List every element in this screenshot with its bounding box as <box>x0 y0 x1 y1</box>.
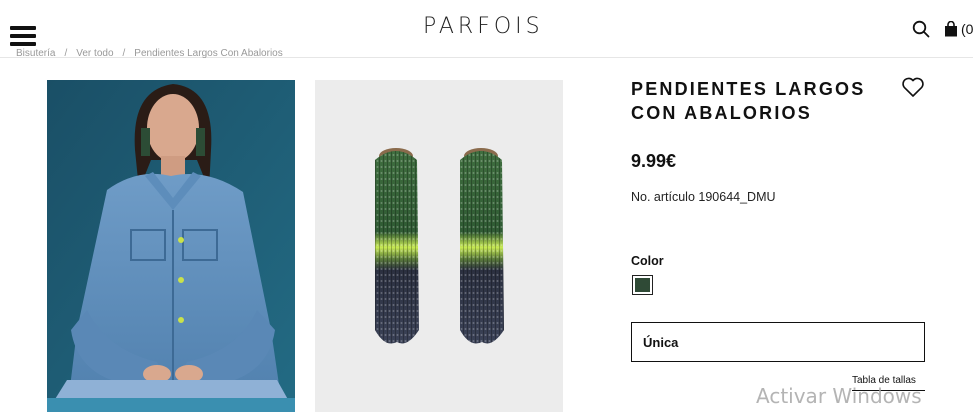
model-photo[interactable] <box>47 80 295 412</box>
product-price: 9.99€ <box>631 151 677 171</box>
product-title-line: PENDIENTES LARGOS <box>631 79 866 99</box>
color-label: Color <box>631 254 664 268</box>
earrings-photo[interactable] <box>315 80 563 412</box>
color-swatch-fill <box>635 278 650 292</box>
search-icon[interactable] <box>912 20 930 38</box>
product-sku: No. artículo 190644_DMU <box>631 190 776 204</box>
hamburger-menu-icon[interactable] <box>10 26 36 46</box>
bag-count: (0 <box>961 21 973 37</box>
breadcrumb: Bisutería / Ver todo / Pendientes Largos Con… <box>16 48 283 58</box>
brand-logo[interactable]: PARFOIS <box>423 14 544 39</box>
model-illustration <box>47 80 295 412</box>
size-select[interactable]: Única <box>631 322 925 362</box>
size-select-value: Única <box>643 334 679 350</box>
product-title: PENDIENTES LARGOS CON ABALORIOS <box>631 77 891 125</box>
shopping-bag-button[interactable]: (0 <box>944 20 973 38</box>
color-swatch[interactable] <box>632 275 653 295</box>
breadcrumb-separator: / <box>64 48 68 58</box>
breadcrumb-item[interactable]: Bisutería <box>16 48 55 58</box>
breadcrumb-separator: / <box>122 48 126 58</box>
heart-icon[interactable] <box>901 76 925 98</box>
earrings-illustration <box>375 148 504 344</box>
product-title-line: CON ABALORIOS <box>631 103 812 123</box>
windows-activation-watermark: Activar Windows <box>756 384 922 408</box>
breadcrumb-item[interactable]: Ver todo <box>76 48 113 58</box>
breadcrumb-item[interactable]: Pendientes Largos Con Abalorios <box>134 48 282 58</box>
shopping-bag-icon <box>945 21 957 37</box>
